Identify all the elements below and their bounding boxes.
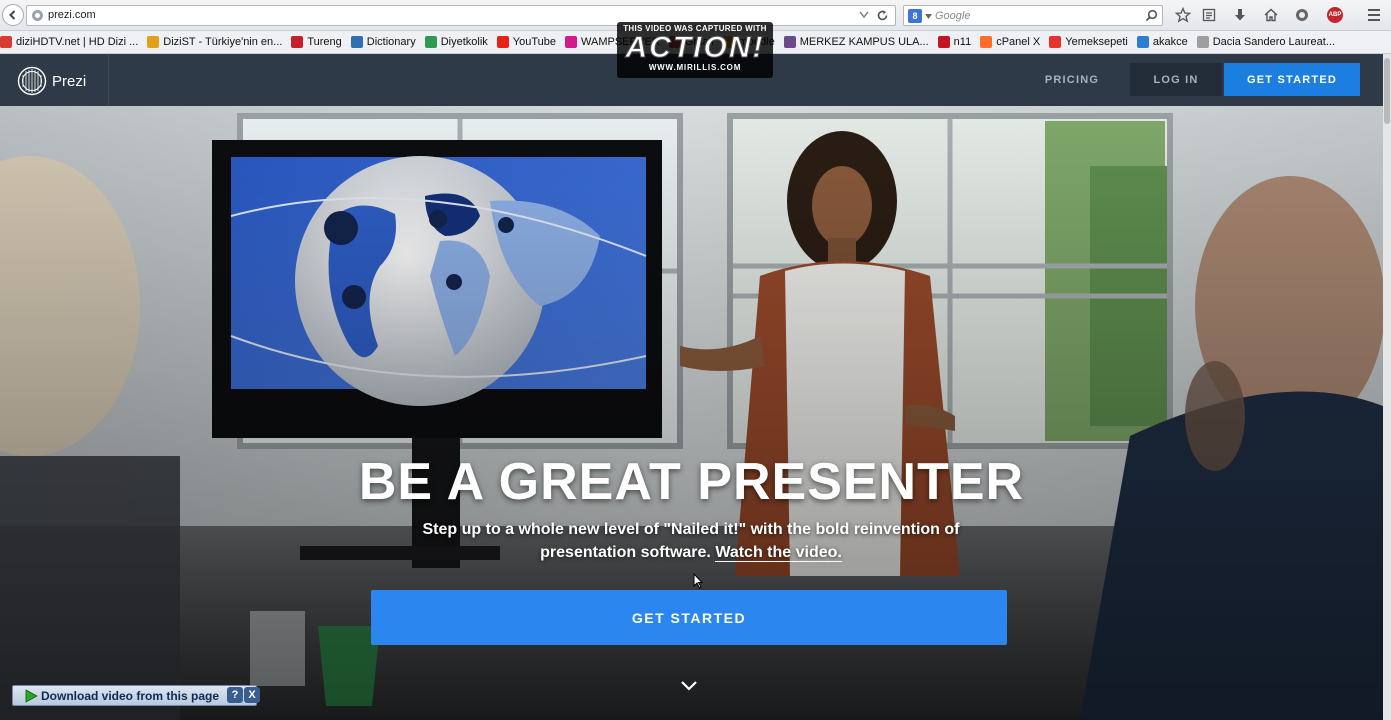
google-icon[interactable]: 8	[908, 9, 922, 23]
mouse-cursor-icon	[693, 573, 703, 589]
bookmark-item[interactable]: Yemeksepeti	[1049, 36, 1128, 48]
bookmark-favicon-icon	[424, 36, 437, 48]
bookmark-label: YouTube	[512, 36, 557, 48]
bookmark-label: MERKEZ KAMPUS ULA...	[799, 36, 929, 48]
download-video-bar[interactable]: Download video from this page ? X	[12, 685, 260, 706]
sync-icon[interactable]	[1294, 7, 1310, 23]
header-get-started-button[interactable]: GET STARTED	[1224, 63, 1360, 96]
search-icon[interactable]	[1145, 9, 1158, 22]
login-button[interactable]: LOG IN	[1130, 63, 1222, 96]
capture-logo: ACTION!	[625, 31, 765, 64]
bookmark-item[interactable]: diziHDTV.net | HD Dizi ...	[0, 36, 138, 48]
bookmark-item[interactable]: MERKEZ KAMPUS ULA...	[783, 36, 929, 48]
bookmark-favicon-icon	[1196, 36, 1209, 48]
bookmark-label: cPanel X	[996, 36, 1041, 48]
bookmark-favicon-icon	[1136, 36, 1149, 48]
search-input[interactable]: Google	[935, 10, 970, 22]
menu-icon[interactable]	[1366, 8, 1382, 22]
bookmark-favicon-icon	[937, 36, 950, 48]
hero-subtitle-text: Step up to a whole new level of "Nailed …	[422, 521, 960, 561]
bookmark-label: Dacia Sandero Laureat...	[1212, 36, 1336, 48]
capture-watermark: THIS VIDEO WAS CAPTURED WITH ACTION! WWW…	[617, 22, 773, 78]
bookmark-label: akakce	[1152, 36, 1188, 48]
page-scrollbar[interactable]	[1383, 54, 1391, 720]
bookmark-label: DiziST - Türkiye'nin en...	[163, 36, 283, 48]
bookmark-item[interactable]: n11	[937, 36, 972, 48]
bookmark-favicon-icon	[496, 36, 509, 48]
prezi-logo[interactable]: Prezi	[17, 66, 86, 96]
chevron-down-icon[interactable]	[925, 14, 932, 19]
play-icon	[25, 688, 38, 703]
nav-pricing-link[interactable]: PRICING	[1030, 54, 1114, 106]
bookmark-label: Tureng	[307, 36, 342, 48]
search-bar[interactable]: 8 Google	[903, 5, 1163, 26]
home-icon[interactable]	[1263, 7, 1279, 23]
help-button[interactable]: ?	[227, 687, 243, 703]
globe-icon	[32, 10, 43, 21]
close-button[interactable]: X	[244, 687, 260, 703]
chevron-down-icon[interactable]	[680, 680, 698, 692]
bookmark-item[interactable]: Tureng	[291, 36, 342, 48]
address-text: prezi.com	[48, 9, 96, 21]
star-icon[interactable]	[1175, 7, 1191, 23]
back-arrow-icon	[9, 10, 16, 20]
header-divider	[108, 54, 109, 106]
bookmark-favicon-icon	[350, 36, 363, 48]
bookmarks-list-icon[interactable]	[1201, 7, 1217, 23]
back-button[interactable]	[2, 4, 24, 26]
hero-get-started-button[interactable]: GET STARTED	[371, 590, 1007, 645]
bookmark-item[interactable]: cPanel X	[980, 36, 1040, 48]
bookmark-favicon-icon	[147, 36, 160, 48]
bookmark-item[interactable]: DiziST - Türkiye'nin en...	[147, 36, 282, 48]
bookmark-item[interactable]: akakce	[1136, 36, 1188, 48]
bookmark-item[interactable]: Diyetkolik	[424, 36, 488, 48]
scrollbar-thumb[interactable]	[1384, 58, 1390, 124]
prezi-logo-icon	[17, 66, 47, 96]
capture-url: WWW.MIRILLIS.COM	[648, 63, 742, 72]
bookmark-favicon-icon	[783, 36, 796, 48]
bookmark-item[interactable]: YouTube	[496, 36, 557, 48]
bookmark-item[interactable]: Dacia Sandero Laureat...	[1196, 36, 1336, 48]
bookmark-label: diziHDTV.net | HD Dizi ...	[16, 36, 139, 48]
reload-icon[interactable]	[876, 9, 889, 22]
bookmark-label: n11	[953, 36, 972, 48]
brand-name: Prezi	[52, 72, 87, 90]
download-video-label[interactable]: Download video from this page	[41, 689, 219, 703]
bookmark-label: Yemeksepeti	[1065, 36, 1128, 48]
hero-title: BE A GREAT PRESENTER	[358, 453, 1025, 511]
watch-video-link[interactable]: Watch the video.	[715, 544, 842, 562]
bookmark-favicon-icon	[1049, 36, 1062, 48]
chevron-down-icon[interactable]	[859, 11, 869, 19]
bookmark-favicon-icon	[565, 36, 578, 48]
bookmark-favicon-icon	[980, 36, 993, 48]
download-icon[interactable]	[1232, 7, 1248, 23]
bookmark-label: Diyetkolik	[440, 36, 488, 48]
bookmark-item[interactable]: Dictionary	[350, 36, 416, 48]
adblock-icon[interactable]: ABP	[1327, 7, 1343, 23]
hero-subtitle: Step up to a whole new level of "Nailed …	[391, 518, 991, 564]
bookmark-favicon-icon	[291, 36, 304, 48]
bookmark-label: Dictionary	[366, 36, 416, 48]
hero-section: BE A GREAT PRESENTER Step up to a whole …	[0, 106, 1383, 720]
bookmark-favicon-icon	[0, 36, 12, 48]
